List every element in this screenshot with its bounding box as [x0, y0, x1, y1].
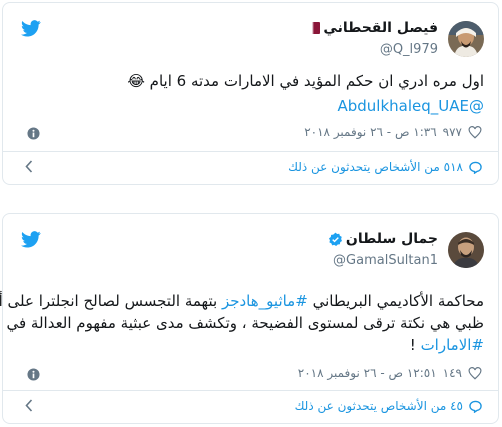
tweet-text-line: محاكمة الأكاديمي البريطاني #ماثيو_هادجز …: [0, 291, 484, 312]
user-handle[interactable]: @Q_l979: [380, 42, 438, 57]
tweet-text-line: @Abdulkhaleq_UAE: [338, 96, 485, 117]
user-avatar-image: [448, 21, 484, 57]
emoji: 😂: [127, 72, 145, 90]
twitter-bird-icon[interactable]: [21, 20, 41, 37]
replies-link[interactable]: ٥١٨ من الأشخاص يتحدثون عن ذلك: [288, 160, 482, 174]
tweet-text: !: [409, 336, 416, 354]
tweet-meta: ٩٧٧ ١:٣٦ ص - ٢٦ نوفمبر ٢٠١٨: [304, 125, 482, 139]
user-name-row[interactable]: جمال سلطان: [328, 231, 438, 247]
display-name[interactable]: جمال سلطان: [346, 231, 438, 247]
like-count[interactable]: ٩٧٧: [443, 125, 462, 139]
info-icon[interactable]: [27, 368, 40, 381]
tweet-card[interactable]: فيصل القحطاني @Q_l979 اول مره ادري ان حك…: [2, 2, 499, 185]
tweet-text-line: اول مره ادري ان حكم المؤيد في الامارات م…: [127, 71, 484, 92]
hashtag-link[interactable]: #الامارات: [421, 336, 484, 354]
divider: [3, 390, 498, 391]
user-handle[interactable]: @GamalSultan1: [333, 253, 438, 268]
replies-text[interactable]: ٥١٨ من الأشخاص يتحدثون عن ذلك: [288, 160, 463, 174]
tweet-text: محاكمة الأكاديمي البريطاني: [312, 292, 484, 310]
tweet-text: بتهمة التجسس لصالح انجلترا على أبو: [0, 292, 218, 310]
verified-badge-icon: [328, 232, 342, 246]
tweet-text-line: ظبي هي نكتة ترقى لمستوى الفضيحة ، وتكشف …: [6, 313, 484, 334]
tweet-text: اول مره ادري ان حكم المؤيد في الامارات م…: [149, 72, 484, 90]
replies-link[interactable]: ٤٥ من الأشخاص يتحدثون عن ذلك: [295, 399, 482, 413]
avatar[interactable]: [448, 21, 484, 57]
display-name[interactable]: فيصل القحطاني: [323, 20, 438, 36]
twitter-bird-icon[interactable]: [21, 231, 41, 248]
avatar[interactable]: [448, 232, 484, 268]
speech-bubble-icon: [469, 161, 482, 174]
chevron-left-icon[interactable]: [25, 399, 33, 412]
speech-bubble-icon: [469, 400, 482, 413]
heart-icon[interactable]: [468, 125, 482, 139]
tweet-meta: ١٤٩ ١٢:٥١ ص - ٢٦ نوفمبر ٢٠١٨: [298, 366, 482, 380]
tweet-text: ظبي هي نكتة ترقى لمستوى الفضيحة ، وتكشف …: [6, 314, 484, 332]
info-icon[interactable]: [27, 127, 40, 140]
tweet-text-line: #الامارات !: [410, 335, 484, 356]
user-name-row[interactable]: فيصل القحطاني: [308, 20, 438, 36]
user-avatar-image: [448, 232, 484, 268]
replies-text[interactable]: ٤٥ من الأشخاص يتحدثون عن ذلك: [295, 399, 463, 413]
like-count[interactable]: ١٤٩: [443, 366, 462, 380]
heart-icon[interactable]: [468, 366, 482, 380]
timestamp[interactable]: ١:٣٦ ص - ٢٦ نوفمبر ٢٠١٨: [304, 125, 436, 139]
hashtag-link[interactable]: #ماثيو_هادجز: [222, 292, 308, 310]
timestamp[interactable]: ١٢:٥١ ص - ٢٦ نوفمبر ٢٠١٨: [298, 366, 437, 380]
mention-link[interactable]: @Abdulkhaleq_UAE: [338, 97, 485, 115]
chevron-left-icon[interactable]: [25, 160, 33, 173]
divider: [3, 151, 498, 152]
tweet-card[interactable]: جمال سلطان @GamalSultan1 محاكمة الأكاديم…: [0, 213, 499, 424]
qatar-flag-icon: [308, 22, 321, 34]
